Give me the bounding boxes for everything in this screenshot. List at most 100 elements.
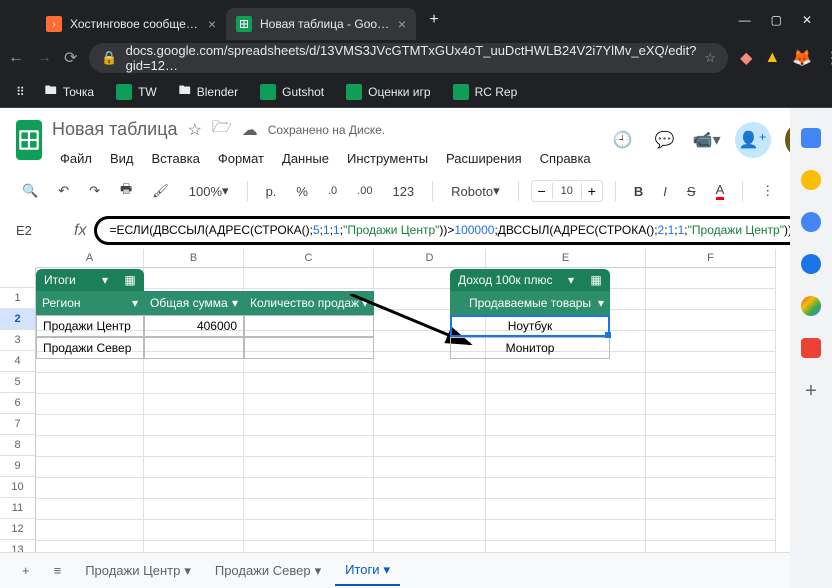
table-expand-icon[interactable]: ▦ <box>116 269 144 291</box>
grid-cell[interactable] <box>374 394 486 415</box>
menu-data[interactable]: Данные <box>274 147 337 170</box>
grid-cell[interactable] <box>244 478 374 499</box>
grid-cell[interactable] <box>144 394 244 415</box>
row-header[interactable]: 4 <box>0 351 36 372</box>
grid-cell[interactable] <box>244 394 374 415</box>
row-header[interactable]: 5 <box>0 372 36 393</box>
history-icon[interactable]: 🕘 <box>609 126 637 154</box>
grid-cell[interactable] <box>244 457 374 478</box>
table-column-header[interactable]: Регион▾ <box>36 291 144 315</box>
grid-cell[interactable] <box>374 478 486 499</box>
extensions-menu-icon[interactable]: ⋮ <box>824 48 832 68</box>
star-icon[interactable]: ☆ <box>704 50 716 66</box>
move-icon[interactable]: 🗁 <box>212 116 232 143</box>
apps-button[interactable]: ⠿ <box>8 81 31 103</box>
grid-cell[interactable] <box>646 499 776 520</box>
search-menus-icon[interactable]: 🔍 <box>16 179 44 203</box>
menu-insert[interactable]: Вставка <box>144 147 208 170</box>
grid-cell[interactable] <box>374 373 486 394</box>
row-header[interactable]: 3 <box>0 330 36 351</box>
browser-tab[interactable]: › Хостинговое сообщество «Tin × <box>36 8 226 40</box>
bookmark-item[interactable]: RC Rep <box>445 80 526 104</box>
keep-icon[interactable] <box>801 170 821 190</box>
table-cell[interactable]: Продажи Центр <box>36 315 144 337</box>
table-column-header[interactable]: Общая сумма▾ <box>144 291 244 315</box>
grid-cell[interactable] <box>646 457 776 478</box>
add-sheet-button[interactable]: + <box>12 557 40 584</box>
grid-cell[interactable] <box>36 415 144 436</box>
add-addon-button[interactable]: + <box>805 380 817 403</box>
more-toolbar-icon[interactable]: ⋮ <box>755 179 780 203</box>
bookmark-item[interactable]: 🖿Blender <box>171 77 246 106</box>
font-select[interactable]: Roboto ▾ <box>445 179 505 203</box>
grid-cell[interactable] <box>144 478 244 499</box>
sheets-logo[interactable] <box>16 120 42 160</box>
column-header[interactable]: F <box>646 249 776 268</box>
back-button[interactable]: ← <box>8 46 24 70</box>
grid-cell[interactable] <box>486 499 646 520</box>
currency-button[interactable]: р. <box>260 180 283 203</box>
grid-cell[interactable] <box>486 520 646 541</box>
grid-cell[interactable] <box>646 373 776 394</box>
paint-format-icon[interactable]: 🖌 <box>146 179 175 203</box>
grid-cell[interactable] <box>486 415 646 436</box>
row-header[interactable]: 11 <box>0 498 36 519</box>
minimize-icon[interactable]: — <box>739 13 751 27</box>
column-header[interactable]: A <box>36 249 144 268</box>
row-header[interactable]: 10 <box>0 477 36 498</box>
menu-file[interactable]: Файл <box>52 147 100 170</box>
grid-cell[interactable] <box>36 373 144 394</box>
table-cell[interactable] <box>144 337 244 359</box>
table-cell[interactable] <box>244 315 374 337</box>
row-header[interactable]: 2 <box>0 309 36 330</box>
print-icon[interactable]: 🖶 <box>114 176 138 206</box>
grid-cell[interactable] <box>374 520 486 541</box>
grid-cell[interactable] <box>244 415 374 436</box>
strikethrough-button[interactable]: S <box>681 180 702 203</box>
text-color-button[interactable]: A <box>710 178 731 204</box>
formula-input[interactable]: =ЕСЛИ(ДВССЫЛ(АДРЕС(СТРОКА();5;1;1;"Прода… <box>94 216 816 245</box>
chevron-down-icon[interactable]: ▾ <box>132 296 138 310</box>
grid-cell[interactable] <box>486 373 646 394</box>
column-header[interactable]: C <box>244 249 374 268</box>
grid-cell[interactable] <box>646 289 776 310</box>
cell-reference[interactable]: E2 <box>16 223 66 238</box>
table-group-header[interactable]: Итоги▾ <box>36 269 116 291</box>
sheet-tab-active[interactable]: Итоги ▾ <box>335 556 400 586</box>
row-header[interactable]: 6 <box>0 393 36 414</box>
meet-icon[interactable]: 📹▾ <box>693 126 721 154</box>
font-size-stepper[interactable]: − 10 + <box>531 180 603 202</box>
table-group-header[interactable]: Доход 100к плюс▾ <box>450 269 582 291</box>
grid-cell[interactable] <box>36 520 144 541</box>
grid-cell[interactable] <box>244 499 374 520</box>
grid-cell[interactable] <box>144 499 244 520</box>
bookmark-item[interactable]: Gutshot <box>252 80 332 104</box>
cloud-icon[interactable]: ☁ <box>242 120 258 140</box>
grid-cell[interactable] <box>244 436 374 457</box>
redo-icon[interactable]: ↷ <box>83 179 106 203</box>
browser-tab-active[interactable]: Новая таблица - Google Табли × <box>226 8 416 40</box>
selected-cell[interactable]: Ноутбук <box>450 315 610 337</box>
tasks-icon[interactable] <box>801 212 821 232</box>
address-bar[interactable]: 🔒 docs.google.com/spreadsheets/d/13VMS3J… <box>89 43 728 73</box>
grid-cell[interactable] <box>374 499 486 520</box>
comments-icon[interactable]: 💬 <box>651 126 679 154</box>
row-header[interactable]: 1 <box>0 288 36 309</box>
chevron-down-icon[interactable]: ▾ <box>102 273 108 287</box>
undo-icon[interactable]: ↶ <box>52 179 75 203</box>
chevron-down-icon[interactable]: ▾ <box>362 296 368 310</box>
grid-cell[interactable] <box>244 373 374 394</box>
decrease-decimal-button[interactable]: .0 <box>322 181 343 201</box>
star-icon[interactable]: ☆ <box>188 120 202 140</box>
extension-icon[interactable]: 🦊 <box>792 48 812 68</box>
extension-icon[interactable]: ▲ <box>764 48 780 68</box>
chevron-down-icon[interactable]: ▾ <box>232 296 238 310</box>
grid-cell[interactable] <box>374 436 486 457</box>
maximize-icon[interactable]: ▢ <box>771 13 782 27</box>
grid-cell[interactable] <box>374 415 486 436</box>
increase-decimal-button[interactable]: .00 <box>351 181 378 201</box>
grid-cell[interactable] <box>646 415 776 436</box>
close-tab-icon[interactable]: × <box>398 16 406 32</box>
table-expand-icon[interactable]: ▦ <box>582 269 610 291</box>
grid-cell[interactable] <box>36 436 144 457</box>
